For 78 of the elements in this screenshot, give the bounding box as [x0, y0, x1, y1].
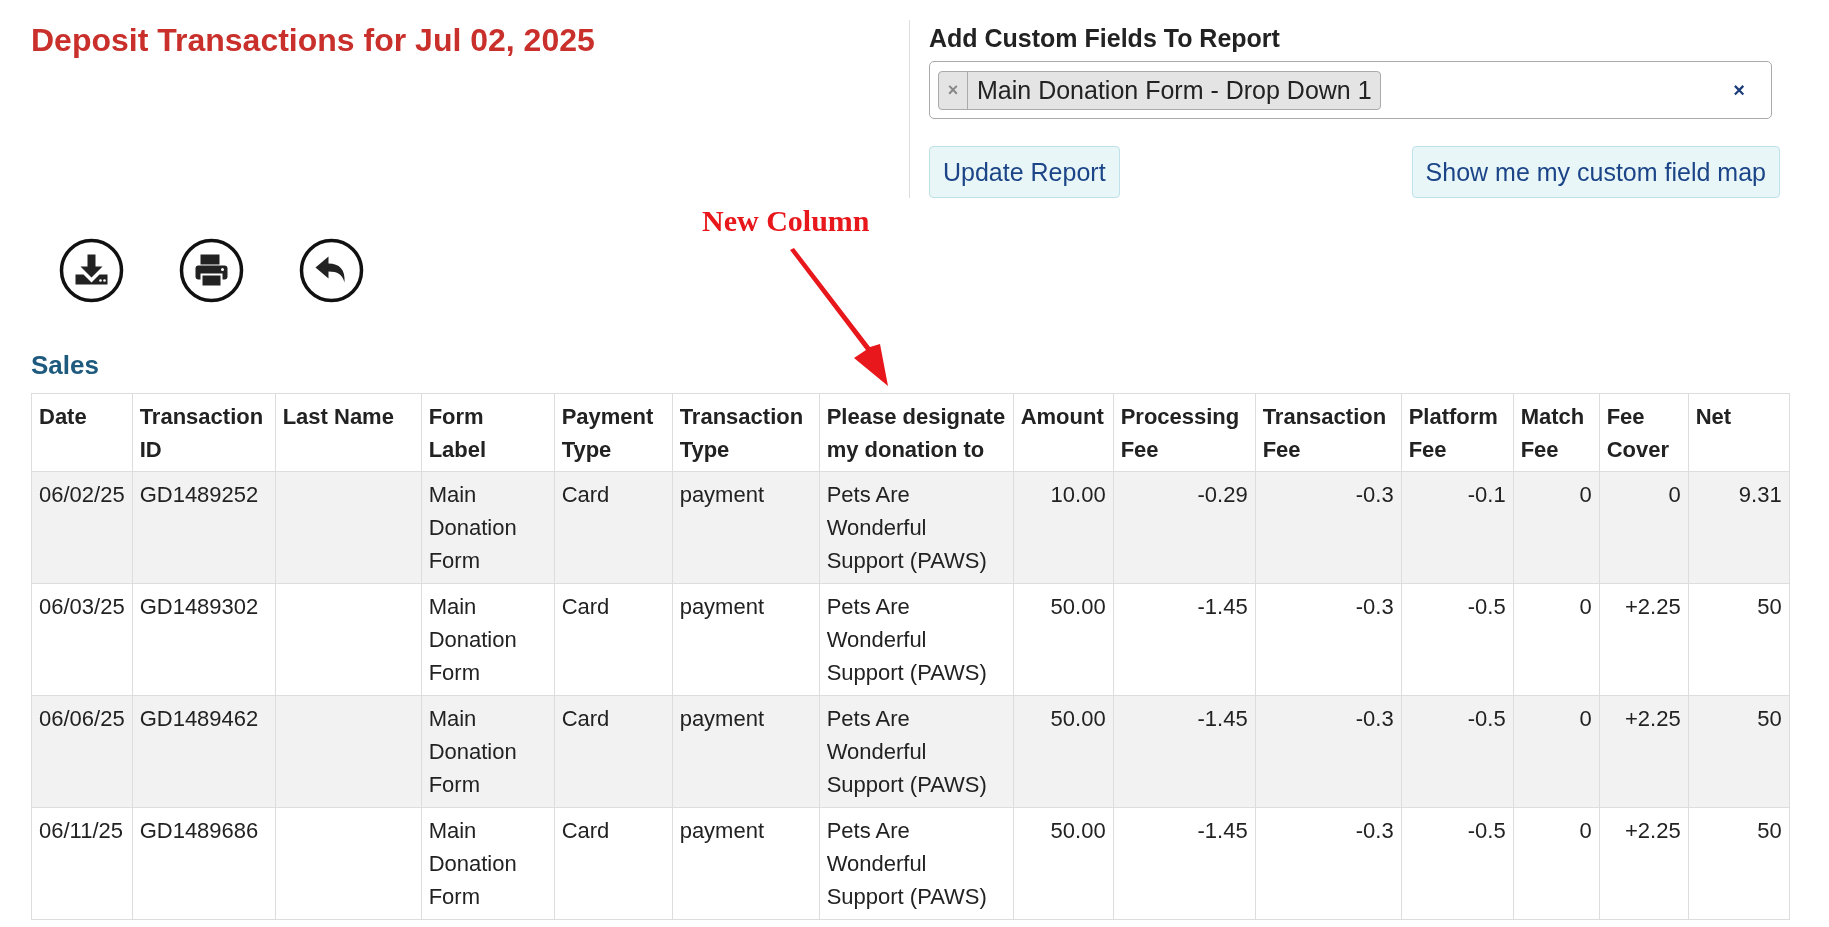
table-cell: 50	[1688, 695, 1790, 808]
table-cell: Pets Are Wonderful Support (PAWS)	[819, 807, 1014, 920]
column-header: Transaction ID	[132, 393, 276, 472]
table-cell: -0.5	[1401, 583, 1514, 696]
column-header: Amount	[1013, 393, 1114, 472]
table-cell: -0.5	[1401, 807, 1514, 920]
table-cell: -1.45	[1113, 807, 1256, 920]
column-header: Last Name	[275, 393, 422, 472]
table-cell: 0	[1513, 695, 1600, 808]
report-button[interactable]: Show me my custom field map	[1411, 146, 1780, 198]
table-cell: payment	[672, 471, 820, 584]
table-cell: Card	[554, 583, 673, 696]
column-header: Platform Fee	[1401, 393, 1514, 472]
table-cell: -0.3	[1255, 471, 1402, 584]
table-cell: -0.3	[1255, 807, 1402, 920]
field-label: Add Custom Fields To Report	[929, 24, 1280, 53]
table-cell: Pets Are Wonderful Support (PAWS)	[819, 583, 1014, 696]
table-cell: Pets Are Wonderful Support (PAWS)	[819, 695, 1014, 808]
table-cell: 0	[1513, 471, 1600, 584]
table-cell: Main Donation Form	[421, 583, 555, 696]
column-header: Payment Type	[554, 393, 673, 472]
table-cell: -0.3	[1255, 695, 1402, 808]
table-cell: 06/06/25	[31, 695, 133, 808]
table-cell: 50.00	[1013, 583, 1114, 696]
column-header: Net	[1688, 393, 1790, 472]
table-cell: -0.3	[1255, 583, 1402, 696]
table-cell: 50	[1688, 583, 1790, 696]
column-header: Match Fee	[1513, 393, 1600, 472]
report-button[interactable]: Update Report	[929, 146, 1120, 198]
page-title: Deposit Transactions for Jul 02, 2025	[31, 22, 595, 59]
column-header: Processing Fee	[1113, 393, 1256, 472]
column-header: Form Label	[421, 393, 555, 472]
table-cell: +2.25	[1599, 583, 1689, 696]
table-cell: GD1489462	[132, 695, 276, 808]
table-cell: 10.00	[1013, 471, 1114, 584]
printer-icon[interactable]	[179, 238, 244, 303]
table-cell: 06/03/25	[31, 583, 133, 696]
annotation-text: New Column	[702, 204, 870, 238]
table-cell: payment	[672, 695, 820, 808]
table-cell: Card	[554, 807, 673, 920]
table-cell: -0.29	[1113, 471, 1256, 584]
table-cell: -1.45	[1113, 695, 1256, 808]
table-cell: Main Donation Form	[421, 695, 555, 808]
table-cell: 9.31	[1688, 471, 1790, 584]
table-cell: Main Donation Form	[421, 471, 555, 584]
column-header: Date	[31, 393, 133, 472]
table-cell: 0	[1599, 471, 1689, 584]
table-cell: 50.00	[1013, 695, 1114, 808]
table-cell: Main Donation Form	[421, 807, 555, 920]
table-cell: +2.25	[1599, 695, 1689, 808]
section-heading: Sales	[31, 350, 99, 381]
table-cell: GD1489252	[132, 471, 276, 584]
table-cell: -1.45	[1113, 583, 1256, 696]
table-cell: 50	[1688, 807, 1790, 920]
table-cell: Card	[554, 695, 673, 808]
table-cell: 06/11/25	[31, 807, 133, 920]
column-header: Fee Cover	[1599, 393, 1689, 472]
download-icon[interactable]	[59, 238, 124, 303]
table-cell: 50.00	[1013, 807, 1114, 920]
table-cell: -0.5	[1401, 695, 1514, 808]
table-cell: 0	[1513, 807, 1600, 920]
table-cell: 0	[1513, 583, 1600, 696]
table-cell: GD1489686	[132, 807, 276, 920]
table-cell: GD1489302	[132, 583, 276, 696]
column-header: Please designate my donation to	[819, 393, 1014, 472]
tag-label: Main Donation Form - Drop Down 1	[977, 75, 1372, 105]
table-cell: 06/02/25	[31, 471, 133, 584]
selected-tag[interactable]: × Main Donation Form - Drop Down 1	[938, 70, 1381, 110]
table-cell: payment	[672, 583, 820, 696]
table-cell: Card	[554, 471, 673, 584]
table-cell: -0.1	[1401, 471, 1514, 584]
column-header: Transaction Fee	[1255, 393, 1402, 472]
clear-button[interactable]: ×	[1733, 78, 1745, 102]
table-cell: Pets Are Wonderful Support (PAWS)	[819, 471, 1014, 584]
table-cell: payment	[672, 807, 820, 920]
table-cell: +2.25	[1599, 807, 1689, 920]
custom-fields-select[interactable]: × Main Donation Form - Drop Down 1 ×	[929, 61, 1772, 119]
column-header: Transaction Type	[672, 393, 820, 472]
